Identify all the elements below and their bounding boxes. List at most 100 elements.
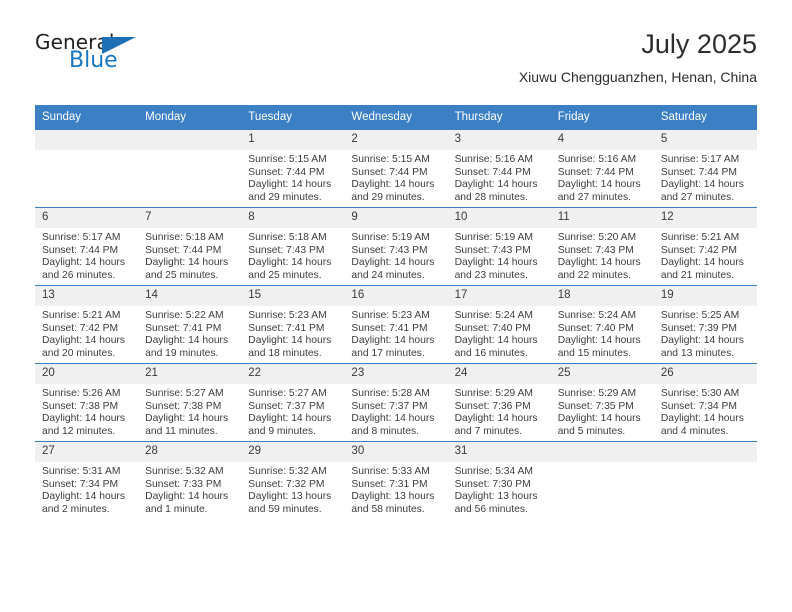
calendar-day-cell[interactable]: 25 Sunrise: 5:29 AM Sunset: 7:35 PM Dayligh…: [550, 363, 654, 442]
calendar-day-cell[interactable]: 18 Sunrise: 5:24 AM Sunset: 7:40 PM Dayligh…: [550, 285, 654, 364]
calendar-day-cell[interactable]: 30 Sunrise: 5:33 AM Sunset: 7:31 PM Dayligh…: [344, 441, 448, 520]
daylight-text-line2: and 12 minutes.: [42, 425, 116, 437]
calendar-day-cell[interactable]: 4 Sunrise: 5:16 AM Sunset: 7:44 PM Daylight…: [550, 129, 654, 208]
daylight-text-line1: Daylight: 14 hours: [42, 413, 125, 425]
calendar-day-cell[interactable]: 19 Sunrise: 5:25 AM Sunset: 7:39 PM Dayligh…: [653, 285, 757, 364]
calendar-day-cell[interactable]: 10 Sunrise: 5:19 AM Sunset: 7:43 PM Dayligh…: [447, 207, 551, 286]
daylight-text-line1: Daylight: 13 hours: [351, 491, 435, 503]
calendar-day-cell[interactable]: 5 Sunrise: 5:17 AM Sunset: 7:44 PM Daylight…: [653, 129, 757, 208]
day-number: 17: [447, 286, 551, 306]
daylight-text-line1: Daylight: 14 hours: [351, 179, 435, 191]
calendar-day-cell[interactable]: 16 Sunrise: 5:23 AM Sunset: 7:41 PM Dayligh…: [344, 285, 448, 364]
calendar-day-cell[interactable]: 23 Sunrise: 5:28 AM Sunset: 7:37 PM Dayligh…: [344, 363, 448, 442]
daylight-text-line2: and 23 minutes.: [454, 269, 528, 281]
daylight-text-line1: Daylight: 14 hours: [42, 491, 125, 503]
day-number: 9: [344, 208, 448, 228]
sunrise-text: Sunrise: 5:17 AM: [660, 154, 740, 165]
calendar-week-row: 27 Sunrise: 5:31 AM Sunset: 7:34 PM Dayligh…: [35, 441, 757, 520]
sunset-text: Sunset: 7:32 PM: [248, 478, 325, 490]
day-number: [35, 130, 139, 150]
sunrise-text: Sunrise: 5:29 AM: [557, 388, 637, 399]
calendar-day-cell[interactable]: 13 Sunrise: 5:21 AM Sunset: 7:42 PM Dayligh…: [35, 285, 139, 364]
calendar-day-cell[interactable]: 15 Sunrise: 5:23 AM Sunset: 7:41 PM Dayligh…: [241, 285, 345, 364]
calendar-day-cell[interactable]: 24 Sunrise: 5:29 AM Sunset: 7:36 PM Dayligh…: [447, 363, 551, 442]
sunrise-text: Sunrise: 5:22 AM: [145, 310, 224, 321]
day-number: 3: [447, 130, 551, 150]
day-details: Sunrise: 5:28 AM Sunset: 7:37 PM Daylight:…: [344, 384, 447, 438]
day-number: 2: [344, 130, 448, 150]
day-details: Sunrise: 5:24 AM Sunset: 7:40 PM Daylight:…: [551, 306, 654, 360]
sunset-text: Sunset: 7:36 PM: [454, 400, 531, 412]
weekday-header-monday: Monday: [138, 105, 242, 130]
daylight-text-line1: Daylight: 14 hours: [42, 335, 125, 347]
sunset-text: Sunset: 7:43 PM: [351, 244, 428, 256]
daylight-text-line1: Daylight: 14 hours: [248, 179, 332, 191]
sunrise-text: Sunrise: 5:28 AM: [351, 388, 430, 399]
calendar-day-cell[interactable]: 11 Sunrise: 5:20 AM Sunset: 7:43 PM Dayligh…: [550, 207, 654, 286]
calendar-day-cell[interactable]: 28 Sunrise: 5:32 AM Sunset: 7:33 PM Dayligh…: [138, 441, 242, 520]
calendar-day-cell-empty: [138, 129, 242, 208]
calendar-day-cell[interactable]: 29 Sunrise: 5:32 AM Sunset: 7:32 PM Dayligh…: [241, 441, 345, 520]
sunset-text: Sunset: 7:33 PM: [145, 478, 222, 490]
calendar-day-cell[interactable]: 2 Sunrise: 5:15 AM Sunset: 7:44 PM Daylight…: [344, 129, 448, 208]
day-details: Sunrise: 5:29 AM Sunset: 7:36 PM Daylight:…: [448, 384, 551, 438]
calendar-day-cell[interactable]: 14 Sunrise: 5:22 AM Sunset: 7:41 PM Dayligh…: [138, 285, 242, 364]
calendar-day-cell[interactable]: 20 Sunrise: 5:26 AM Sunset: 7:38 PM Dayligh…: [35, 363, 139, 442]
calendar-day-cell[interactable]: 17 Sunrise: 5:24 AM Sunset: 7:40 PM Dayligh…: [447, 285, 551, 364]
calendar-day-cell[interactable]: 6 Sunrise: 5:17 AM Sunset: 7:44 PM Daylight…: [35, 207, 139, 286]
calendar-page: General Blue July 2025 Xiuwu Chengguanzh…: [0, 0, 792, 612]
daylight-text-line1: Daylight: 14 hours: [454, 257, 538, 269]
daylight-text-line2: and 5 minutes.: [557, 425, 626, 437]
daylight-text-line1: Daylight: 14 hours: [660, 257, 744, 269]
day-details: Sunrise: 5:23 AM Sunset: 7:41 PM Daylight:…: [344, 306, 447, 360]
sunrise-text: Sunrise: 5:32 AM: [145, 466, 224, 477]
daylight-text-line1: Daylight: 14 hours: [660, 179, 744, 191]
page-title: July 2025: [641, 29, 757, 59]
calendar-day-cell[interactable]: 1 Sunrise: 5:15 AM Sunset: 7:44 PM Daylight…: [241, 129, 345, 208]
daylight-text-line2: and 56 minutes.: [454, 503, 528, 515]
calendar-day-cell[interactable]: 31 Sunrise: 5:34 AM Sunset: 7:30 PM Dayligh…: [447, 441, 551, 520]
day-number: 7: [138, 208, 242, 228]
calendar-day-cell[interactable]: 3 Sunrise: 5:16 AM Sunset: 7:44 PM Daylight…: [447, 129, 551, 208]
calendar-day-cell[interactable]: 21 Sunrise: 5:27 AM Sunset: 7:38 PM Dayligh…: [138, 363, 242, 442]
calendar-day-cell[interactable]: 27 Sunrise: 5:31 AM Sunset: 7:34 PM Dayligh…: [35, 441, 139, 520]
sunrise-text: Sunrise: 5:33 AM: [351, 466, 430, 477]
calendar-week-row: 6 Sunrise: 5:17 AM Sunset: 7:44 PM Daylight…: [35, 207, 757, 286]
daylight-text-line1: Daylight: 14 hours: [248, 335, 332, 347]
day-details: Sunrise: 5:22 AM Sunset: 7:41 PM Daylight:…: [138, 306, 241, 360]
day-details: Sunrise: 5:31 AM Sunset: 7:34 PM Daylight:…: [35, 462, 138, 516]
sunset-text: Sunset: 7:44 PM: [351, 166, 428, 178]
daylight-text-line1: Daylight: 14 hours: [145, 413, 229, 425]
sunset-text: Sunset: 7:35 PM: [557, 400, 634, 412]
daylight-text-line1: Daylight: 14 hours: [557, 257, 641, 269]
calendar-day-cell[interactable]: 8 Sunrise: 5:18 AM Sunset: 7:43 PM Daylight…: [241, 207, 345, 286]
sunrise-text: Sunrise: 5:17 AM: [42, 232, 121, 243]
calendar-day-cell[interactable]: 9 Sunrise: 5:19 AM Sunset: 7:43 PM Daylight…: [344, 207, 448, 286]
daylight-text-line2: and 24 minutes.: [351, 269, 425, 281]
calendar-header-row: Sunday Monday Tuesday Wednesday Thursday…: [35, 105, 757, 130]
daylight-text-line1: Daylight: 14 hours: [557, 335, 641, 347]
sunrise-text: Sunrise: 5:26 AM: [42, 388, 121, 399]
sunset-text: Sunset: 7:44 PM: [660, 166, 737, 178]
daylight-text-line2: and 13 minutes.: [660, 347, 735, 359]
calendar-day-cell[interactable]: 7 Sunrise: 5:18 AM Sunset: 7:44 PM Daylight…: [138, 207, 242, 286]
daylight-text-line1: Daylight: 14 hours: [42, 257, 125, 269]
day-details: Sunrise: 5:18 AM Sunset: 7:43 PM Daylight:…: [241, 228, 344, 282]
sunset-text: Sunset: 7:42 PM: [42, 322, 119, 334]
calendar-day-cell[interactable]: 12 Sunrise: 5:21 AM Sunset: 7:42 PM Dayligh…: [653, 207, 757, 286]
day-number: 10: [447, 208, 551, 228]
day-number: 4: [550, 130, 654, 150]
calendar-day-cell[interactable]: 22 Sunrise: 5:27 AM Sunset: 7:37 PM Dayligh…: [241, 363, 345, 442]
day-number: 26: [653, 364, 757, 384]
day-number: [653, 442, 757, 462]
day-details: Sunrise: 5:32 AM Sunset: 7:33 PM Daylight:…: [138, 462, 241, 516]
sunrise-text: Sunrise: 5:25 AM: [660, 310, 740, 321]
calendar-day-cell[interactable]: 26 Sunrise: 5:30 AM Sunset: 7:34 PM Dayligh…: [653, 363, 757, 442]
daylight-text-line2: and 9 minutes.: [248, 425, 316, 437]
day-details: Sunrise: 5:15 AM Sunset: 7:44 PM Daylight:…: [241, 150, 344, 204]
day-details: Sunrise: 5:27 AM Sunset: 7:38 PM Daylight:…: [138, 384, 241, 438]
day-number: 22: [241, 364, 345, 384]
sunset-text: Sunset: 7:44 PM: [454, 166, 531, 178]
sunrise-text: Sunrise: 5:21 AM: [660, 232, 740, 243]
daylight-text-line1: Daylight: 14 hours: [145, 335, 229, 347]
